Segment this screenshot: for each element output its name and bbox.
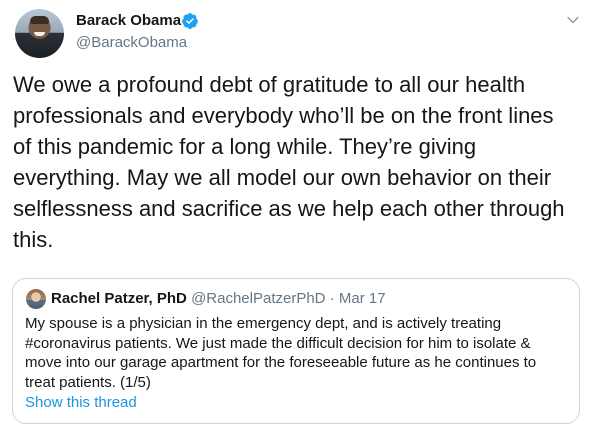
quoted-tweet-date[interactable]: Mar 17 xyxy=(339,290,386,307)
tweet-text-line: We owe a profound debt of gratitude to a… xyxy=(13,72,526,97)
quoted-tweet-text-line: move into our garage apartment for the f… xyxy=(25,354,537,371)
author-handle[interactable]: @BarackObama xyxy=(76,33,187,53)
tweet-card: Barack Obama @BarackObama We owe a profo… xyxy=(0,0,595,443)
tweet-text-line: this. xyxy=(13,227,54,252)
tweet-text-line: professionals and everybody who’ll be on… xyxy=(13,103,554,128)
quoted-tweet-text-line: My spouse is a physician in the emergenc… xyxy=(25,315,502,332)
tweet-text: We owe a profound debt of gratitude to a… xyxy=(13,69,585,255)
show-thread-link[interactable]: Show this thread xyxy=(25,393,137,413)
verified-badge-icon xyxy=(182,13,198,29)
avatar-hair xyxy=(30,16,49,24)
tweet-text-line: everything. May we all model our own beh… xyxy=(13,165,552,190)
author-avatar[interactable] xyxy=(15,9,64,58)
tweet-text-line: of this pandemic for a long while. They’… xyxy=(13,134,477,159)
avatar-smile xyxy=(34,32,45,36)
quoted-author-avatar[interactable] xyxy=(26,289,46,309)
quoted-tweet-text-line: treat patients. (1/5) xyxy=(25,373,151,391)
tweet-text-line: selflessness and sacrifice as we help ea… xyxy=(13,196,565,221)
author-display-name[interactable]: Barack Obama xyxy=(76,11,181,31)
quoted-tweet-separator: · xyxy=(329,290,335,307)
quoted-author-handle[interactable]: @RachelPatzerPhD xyxy=(191,290,325,307)
quoted-tweet-card[interactable]: Rachel Patzer, PhD @RachelPatzerPhD · Ma… xyxy=(12,278,580,424)
quoted-tweet-text: My spouse is a physician in the emergenc… xyxy=(25,314,570,392)
quoted-tweet-text-line: #coronavirus patients. We just made the … xyxy=(25,334,531,352)
chevron-down-icon[interactable] xyxy=(565,12,581,28)
quoted-tweet-header: Rachel Patzer, PhD @RachelPatzerPhD · Ma… xyxy=(51,289,386,309)
quoted-author-display-name[interactable]: Rachel Patzer, PhD xyxy=(51,290,187,307)
